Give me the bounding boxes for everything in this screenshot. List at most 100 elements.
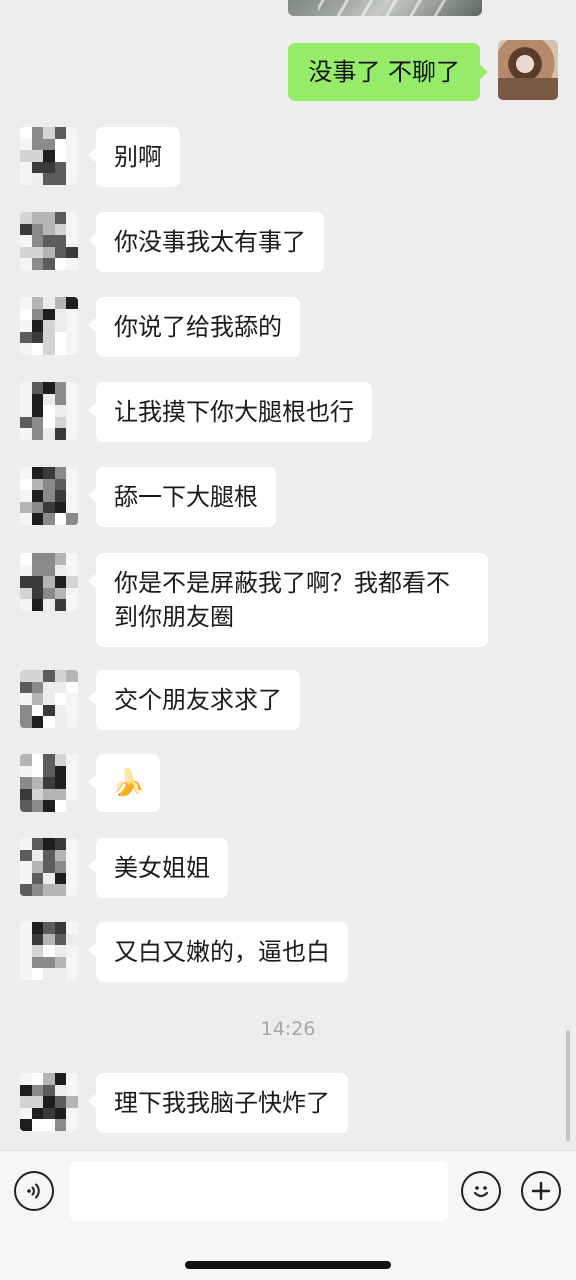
avatar-pixel [54,884,67,896]
contact-avatar[interactable] [20,467,78,525]
chat-area: 没事了 不聊了 别啊 你没事我太有事了 你说了给我舔的 让我摸下你大腿根也行 舔… [0,0,576,1150]
contact-avatar[interactable] [20,297,78,355]
avatar-pixel [54,788,67,801]
contact-avatar[interactable] [20,922,78,980]
avatar-pixel [54,343,67,355]
message-bubble[interactable]: 你是不是屏蔽我了啊？我都看不到你朋友圈 [88,553,488,647]
scrollbar[interactable] [566,1030,570,1142]
avatar-pixel [66,138,78,151]
avatar-pixel [43,297,56,310]
avatar-pixel [31,1096,44,1109]
avatar-pixel [20,777,33,790]
avatar-pixel [54,331,67,344]
message-bubble[interactable]: 理下我我脑子快炸了 [88,1073,348,1133]
plus-button[interactable] [521,1171,561,1211]
avatar-pixel [20,138,33,151]
contact-avatar[interactable] [20,127,78,185]
avatar-pixel [43,670,56,683]
avatar-pixel [20,258,33,270]
avatar-pixel [31,922,44,935]
contact-avatar[interactable] [20,1073,78,1131]
avatar-pixel [66,956,78,969]
avatar-pixel [66,246,78,259]
contact-avatar[interactable] [20,670,78,728]
avatar-pixel [31,704,44,717]
avatar-pixel [20,922,33,935]
avatar-pixel [54,173,67,185]
avatar-pixel [20,223,33,236]
avatar-pixel [20,754,33,767]
avatar-pixel [43,235,56,248]
avatar-pixel [43,223,56,236]
avatar-pixel [43,838,56,851]
avatar-pixel [54,576,67,589]
avatar-pixel [43,416,56,429]
avatar-pixel [20,490,33,503]
voice-button[interactable] [14,1171,54,1211]
avatar-pixel [54,478,67,491]
avatar-pixel [54,1107,67,1120]
avatar-pixel [20,467,33,480]
message-bubble[interactable]: 你没事我太有事了 [88,212,324,272]
plus-icon [531,1181,551,1201]
avatar-pixel [43,849,56,862]
avatar-pixel [20,1084,33,1097]
avatar-pixel [66,861,78,874]
avatar-pixel [54,956,67,969]
avatar-pixel [31,127,44,140]
avatar-pixel [43,1096,56,1109]
avatar-pixel [66,872,78,885]
avatar-pixel [54,681,67,694]
avatar-pixel [20,564,33,577]
avatar-pixel [43,138,56,151]
avatar-pixel [20,478,33,491]
avatar-pixel [43,393,56,406]
avatar-pixel [43,872,56,885]
message-bubble[interactable]: 让我摸下你大腿根也行 [88,382,372,442]
self-avatar[interactable] [498,40,558,100]
avatar-pixel [43,331,56,344]
contact-avatar[interactable] [20,382,78,440]
avatar-pixel [43,716,56,728]
avatar-pixel [54,861,67,874]
avatar-pixel [20,513,33,525]
avatar-pixel [43,587,56,600]
avatar-pixel [20,320,33,333]
message-bubble[interactable]: 舔一下大腿根 [88,467,276,527]
message-bubble[interactable]: 别啊 [88,127,180,187]
message-bubble[interactable]: 美女姐姐 [88,838,228,898]
avatar-pixel [66,331,78,344]
avatar-pixel [31,1119,44,1131]
avatar-pixel [31,297,44,310]
avatar-pixel [66,800,78,812]
image-message[interactable] [288,0,482,16]
self-message-bubble[interactable]: 没事了 不聊了 [288,43,488,101]
avatar-pixel [31,564,44,577]
avatar-pixel [54,490,67,503]
emoji-button[interactable] [461,1171,501,1211]
avatar-pixel [54,872,67,885]
avatar-pixel [43,1084,56,1097]
avatar-pixel [20,693,33,706]
avatar-pixel [66,1073,78,1086]
home-indicator[interactable] [185,1261,391,1269]
message-bubble[interactable]: 交个朋友求求了 [88,670,300,730]
message-bubble[interactable]: 你说了给我舔的 [88,297,300,357]
avatar-pixel [66,777,78,790]
avatar-pixel [54,849,67,862]
message-bubble[interactable]: 🍌 [87,754,161,812]
avatar-pixel [66,716,78,728]
contact-avatar[interactable] [20,838,78,896]
avatar-pixel [20,1119,33,1131]
avatar-pixel [54,405,67,418]
message-bubble[interactable]: 又白又嫩的，逼也白 [88,922,348,982]
avatar-pixel [31,872,44,885]
message-input[interactable] [70,1161,448,1221]
contact-avatar[interactable] [20,212,78,270]
avatar-pixel [54,150,67,163]
avatar-pixel [31,490,44,503]
contact-avatar[interactable] [20,553,78,611]
contact-avatar[interactable] [20,754,78,812]
avatar-pixel [54,308,67,321]
avatar-pixel [31,670,44,683]
